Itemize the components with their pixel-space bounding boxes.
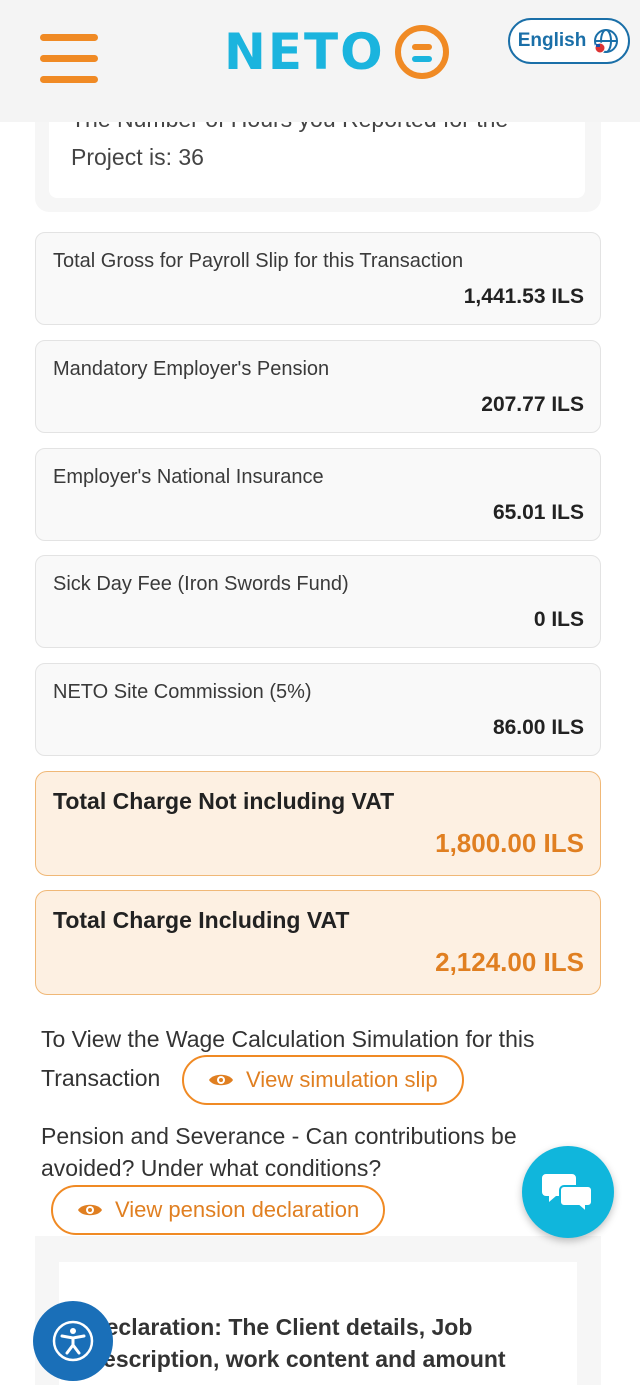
view-pension-declaration-button[interactable]: View pension declaration — [51, 1185, 386, 1235]
eye-icon — [209, 1074, 233, 1086]
hours-text-line2: Project is: 36 — [71, 144, 204, 170]
simulation-text-line2: Transaction — [41, 1065, 161, 1091]
row-label: Sick Day Fee (Iron Swords Fund) — [53, 573, 349, 595]
language-selector-button[interactable]: English — [508, 18, 630, 64]
pension-text-line2: avoided? Under what conditions? — [41, 1155, 382, 1181]
view-simulation-slip-button[interactable]: View simulation slip — [182, 1055, 464, 1105]
total-value: 1,800.00 ILS — [435, 828, 584, 858]
declaration-card: Declaration: The Client details, Job des… — [59, 1262, 577, 1385]
row-total-gross: Total Gross for Payroll Slip for this Tr… — [35, 232, 601, 325]
total-label: Total Charge Including VAT — [53, 907, 350, 933]
total-not-including-vat: Total Charge Not including VAT 1,800.00 … — [35, 771, 601, 876]
chat-button[interactable] — [522, 1146, 614, 1238]
language-label: English — [517, 30, 587, 51]
logo-text: NETO — [224, 23, 385, 81]
neto-logo[interactable]: NETO — [224, 14, 449, 90]
row-employer-pension: Mandatory Employer's Pension 207.77 ILS — [35, 340, 601, 433]
app-header: NETO English — [0, 0, 640, 122]
row-sick-day-fee: Sick Day Fee (Iron Swords Fund) 0 ILS — [35, 555, 601, 648]
simulation-text-line1: To View the Wage Calculation Simulation … — [41, 1026, 535, 1052]
row-label: Mandatory Employer's Pension — [53, 358, 330, 380]
row-national-insurance: Employer's National Insurance 65.01 ILS — [35, 448, 601, 541]
total-including-vat: Total Charge Including VAT 2,124.00 ILS — [35, 890, 601, 995]
accessibility-icon — [52, 1320, 94, 1362]
declaration-text-line1: Declaration: The Client details, Job — [89, 1314, 473, 1340]
total-value: 2,124.00 ILS — [435, 947, 584, 977]
total-label: Total Charge Not including VAT — [53, 788, 395, 814]
declaration-text-line2: description, work content and amount — [89, 1346, 506, 1372]
accessibility-button[interactable] — [33, 1301, 113, 1381]
eye-icon — [78, 1204, 102, 1216]
globe-icon — [594, 29, 619, 54]
row-label: Total Gross for Payroll Slip for this Tr… — [53, 250, 464, 272]
logo-mark-icon — [394, 25, 449, 79]
row-label: Employer's National Insurance — [53, 466, 324, 488]
row-value: 86.00 ILS — [492, 716, 584, 739]
declaration-card-wrapper: Declaration: The Client details, Job des… — [35, 1236, 601, 1385]
row-value: 1,441.53 ILS — [463, 285, 584, 308]
row-value: 65.01 ILS — [492, 501, 584, 524]
view-simulation-slip-label: View simulation slip — [246, 1067, 438, 1092]
row-site-commission: NETO Site Commission (5%) 86.00 ILS — [35, 663, 601, 756]
chat-bubbles-icon — [542, 1174, 593, 1214]
row-value: 0 ILS — [533, 608, 584, 631]
row-label: NETO Site Commission (5%) — [53, 681, 312, 703]
view-pension-declaration-label: View pension declaration — [115, 1197, 360, 1222]
row-value: 207.77 ILS — [481, 393, 584, 416]
hamburger-menu-icon[interactable] — [40, 34, 98, 84]
